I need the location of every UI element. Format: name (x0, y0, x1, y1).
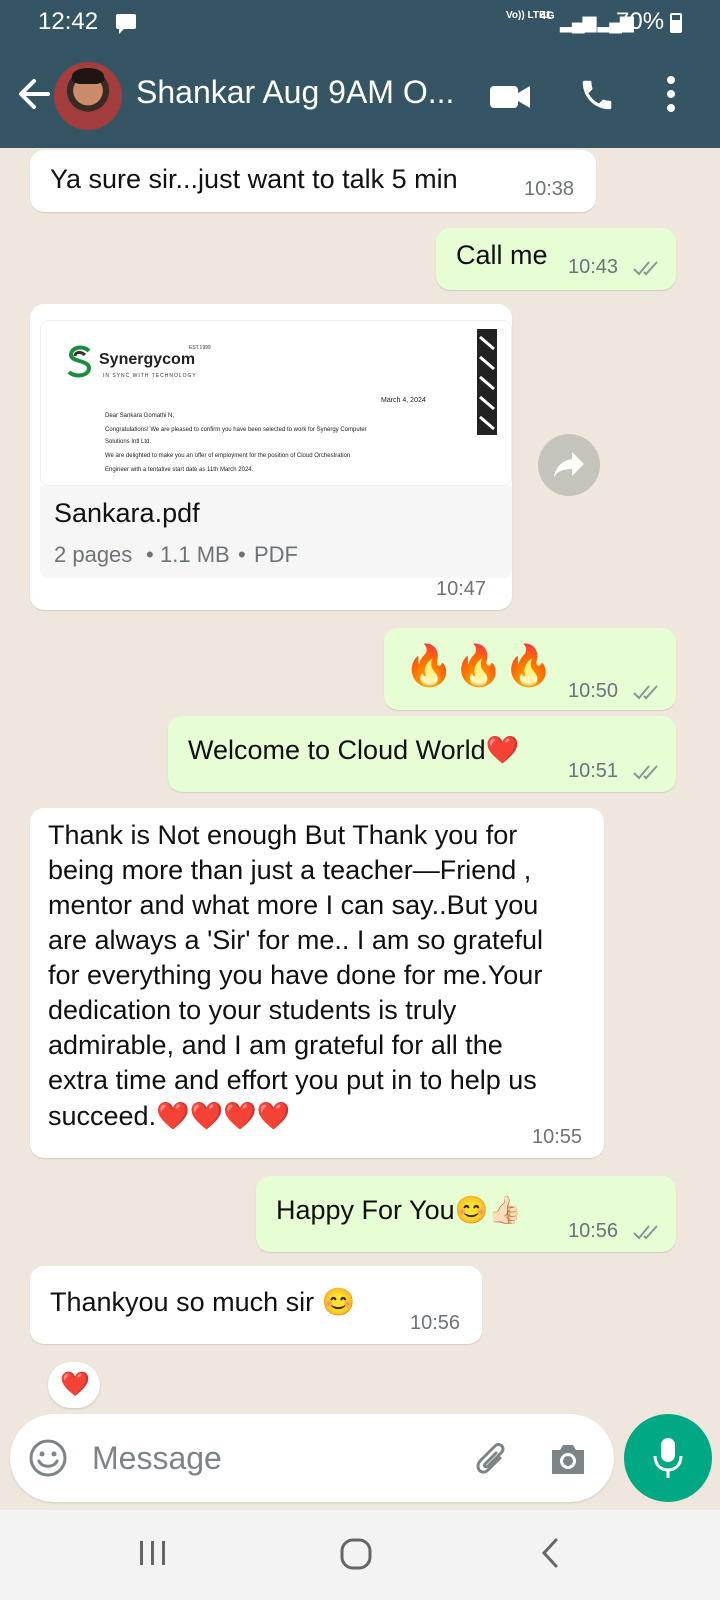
message-reaction[interactable]: ❤️ (48, 1362, 100, 1408)
network-type: 4G (540, 10, 555, 22)
company-established: EST.1999 (189, 345, 211, 351)
status-time: 12:42 (38, 8, 99, 35)
read-ticks-icon (633, 765, 658, 780)
message-text-line: extra time and effort you put in to help… (48, 1065, 537, 1095)
message-text-line: for everything you have done for me.Your (48, 960, 543, 990)
company-tagline: IN SYNC WITH TECHNOLOGY (103, 373, 197, 379)
message-list[interactable]: Ya sure sir...just want to talk 5 min 10… (0, 148, 720, 1408)
message-text: Welcome to Cloud World❤️ (188, 735, 520, 765)
company-name: Synergycom (99, 351, 196, 368)
message-text: Call me (456, 240, 548, 270)
video-call-icon[interactable] (488, 80, 532, 112)
message-incoming[interactable]: Ya sure sir...just want to talk 5 min 10… (30, 150, 596, 212)
forward-icon (554, 452, 584, 478)
message-text-line: Thank is Not enough But Thank you for (48, 820, 518, 850)
message-input[interactable]: Message (92, 1440, 222, 1477)
nav-back-icon[interactable] (538, 1536, 562, 1570)
home-icon[interactable] (336, 1534, 376, 1574)
message-time: 10:38 (524, 178, 575, 200)
forward-button[interactable] (538, 434, 600, 496)
mic-button[interactable] (624, 1414, 712, 1502)
read-ticks-icon (633, 1225, 658, 1240)
letter-line: We are delighted to make you an offer of… (105, 453, 351, 459)
letter-date: March 4, 2024 (381, 397, 426, 404)
message-outgoing[interactable]: Welcome to Cloud World❤️ 10:51 (168, 716, 676, 792)
message-text-line: mentor and what more I can say..But you (48, 890, 539, 920)
battery-icon (670, 13, 682, 33)
contact-avatar[interactable] (54, 62, 122, 130)
message-text-line: admirable, and I am grateful for all the (48, 1030, 503, 1060)
message-incoming[interactable]: Thankyou so much sir 😊 10:56 (30, 1266, 482, 1344)
separator-dot: • (238, 542, 246, 567)
letter-line: Engineer with a tentative start date as … (105, 467, 254, 473)
message-text: Ya sure sir...just want to talk 5 min (50, 164, 458, 194)
recents-icon[interactable] (136, 1538, 170, 1568)
read-ticks-icon (633, 685, 658, 700)
emoji-icon[interactable] (28, 1438, 68, 1478)
document-type: PDF (254, 542, 298, 567)
more-vert-icon[interactable] (664, 74, 678, 114)
message-notification-icon (116, 14, 136, 34)
system-nav-bar (0, 1510, 720, 1600)
message-time: 10:47 (436, 578, 487, 600)
read-ticks-icon (633, 261, 658, 276)
message-text-line: dedication to your students is truly (48, 995, 457, 1025)
document-size: 1.1 MB (160, 542, 230, 567)
document-preview[interactable]: Synergycom EST.1999 IN SYNC WITH TECHNOL… (40, 320, 512, 486)
contact-name[interactable]: Shankar Aug 9AM O... (136, 74, 454, 111)
message-incoming[interactable]: Thank is Not enough But Thank you for be… (30, 808, 604, 1158)
document-file-name: Sankara.pdf (54, 498, 200, 528)
letter-line: Dear Sankara Gomathi N, (105, 413, 175, 419)
status-bar: 12:42 Vo)) LTE1 4G ▂▄▆ ▂▄▆ 70% (0, 0, 720, 44)
arrow-left-icon[interactable] (14, 72, 54, 116)
message-time: 10:43 (568, 256, 619, 278)
letter-line: Solutions Intl Ltd. (105, 439, 152, 445)
message-time: 10:56 (410, 1312, 461, 1334)
camera-icon[interactable] (548, 1440, 588, 1478)
message-text: 🔥🔥🔥 (404, 644, 554, 688)
message-outgoing[interactable]: 🔥🔥🔥 10:50 (384, 628, 676, 710)
message-text: Thankyou so much sir 😊 (50, 1287, 356, 1317)
paperclip-icon[interactable] (472, 1438, 512, 1478)
message-time: 10:56 (568, 1220, 619, 1242)
message-text-line: succeed.❤️❤️❤️❤️ (48, 1101, 291, 1131)
phone-icon[interactable] (578, 76, 616, 114)
message-text: Happy For You😊👍🏻 (276, 1195, 522, 1225)
document-meta[interactable]: Sankara.pdf 2 pages • 1.1 MB • PDF (40, 486, 512, 578)
document-pages: 2 pages (54, 542, 133, 567)
message-time: 10:55 (532, 1126, 583, 1148)
message-composer[interactable]: Message (10, 1414, 614, 1502)
mic-icon (653, 1438, 683, 1478)
decorative-chain-pattern (477, 329, 497, 435)
message-text-line: being more than just a teacher—Friend , (48, 855, 532, 885)
letter-line: Congratulations! We are pleased to confi… (105, 427, 367, 433)
message-time: 10:50 (568, 680, 619, 702)
message-outgoing[interactable]: Happy For You😊👍🏻 10:56 (256, 1176, 676, 1252)
separator-dot: • (146, 542, 154, 567)
message-time: 10:51 (568, 760, 619, 782)
battery-percent: 70% (616, 8, 665, 35)
message-outgoing[interactable]: Call me 10:43 (436, 228, 676, 290)
chat-header: Shankar Aug 9AM O... (0, 44, 720, 148)
synergycom-logo (67, 345, 92, 378)
message-text-line: are always a 'Sir' for me.. I am so grat… (48, 925, 543, 955)
heart-reaction-icon: ❤️ (60, 1371, 90, 1398)
